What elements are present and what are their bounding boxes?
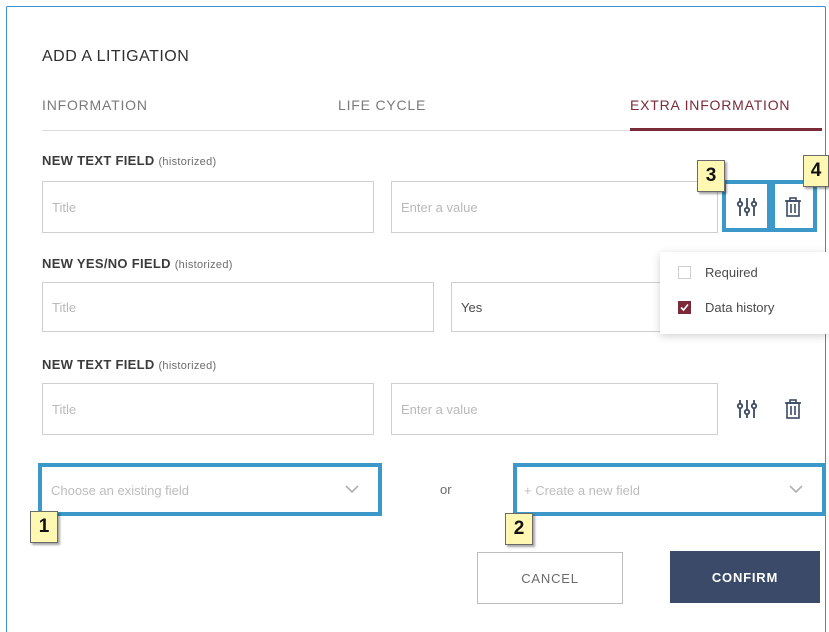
data-history-checkbox[interactable] [678, 301, 691, 314]
callout-highlight-4 [771, 180, 817, 232]
field-3-historized: (historized) [158, 360, 217, 372]
field-1-historized: (historized) [158, 156, 217, 168]
field-2-value-select[interactable]: Yes [451, 282, 661, 332]
field-2-label: NEW YES/NO FIELD (historized) [42, 256, 233, 271]
field-3-label: NEW TEXT FIELD (historized) [42, 357, 216, 372]
dialog-title: ADD A LITIGATION [42, 48, 190, 65]
field-1-value-input[interactable]: Enter a value [391, 181, 718, 233]
field-2-name: NEW YES/NO FIELD [42, 256, 171, 271]
field-3-delete-button[interactable] [779, 395, 807, 423]
option-data-history[interactable]: Data history [678, 300, 774, 315]
callout-badge-4: 4 [803, 155, 829, 187]
tab-information[interactable]: INFORMATION [42, 97, 148, 113]
callout-highlight-3 [722, 180, 771, 232]
tab-life-cycle[interactable]: LIFE CYCLE [338, 97, 426, 113]
checkmark-icon [680, 303, 689, 312]
field-options-popover: Required Data history [660, 252, 829, 334]
option-required[interactable]: Required [678, 265, 758, 280]
callout-badge-2: 2 [505, 513, 533, 545]
field-3-settings-button[interactable] [733, 395, 761, 423]
field-2-title-placeholder: Title [52, 299, 77, 315]
field-3-title-input[interactable]: Title [42, 383, 374, 435]
confirm-button[interactable]: CONFIRM [670, 551, 820, 603]
or-separator: or [440, 482, 452, 497]
callout-highlight-2 [513, 463, 826, 516]
field-2-historized: (historized) [174, 259, 233, 271]
field-2-value: Yes [461, 299, 483, 315]
tab-extra-information[interactable]: EXTRA INFORMATION [630, 97, 790, 113]
field-3-name: NEW TEXT FIELD [42, 357, 155, 372]
field-1-name: NEW TEXT FIELD [42, 153, 155, 168]
field-1-title-input[interactable]: Title [42, 181, 374, 233]
cancel-button[interactable]: CANCEL [477, 552, 623, 604]
field-2-title-input[interactable]: Title [42, 282, 434, 332]
field-1-title-placeholder: Title [52, 199, 77, 215]
data-history-label: Data history [705, 300, 775, 315]
field-3-value-placeholder: Enter a value [401, 401, 478, 417]
field-1-value-placeholder: Enter a value [401, 199, 478, 215]
callout-highlight-1 [38, 463, 382, 516]
field-3-title-placeholder: Title [52, 401, 77, 417]
callout-badge-1: 1 [30, 511, 58, 543]
trash-icon [785, 399, 801, 419]
required-checkbox[interactable] [678, 266, 691, 279]
callout-badge-3: 3 [697, 160, 725, 192]
settings-sliders-icon [736, 400, 758, 418]
field-3-value-input[interactable]: Enter a value [391, 383, 718, 435]
field-1-label: NEW TEXT FIELD (historized) [42, 153, 216, 168]
tab-active-indicator [630, 128, 822, 131]
required-label: Required [705, 265, 758, 280]
